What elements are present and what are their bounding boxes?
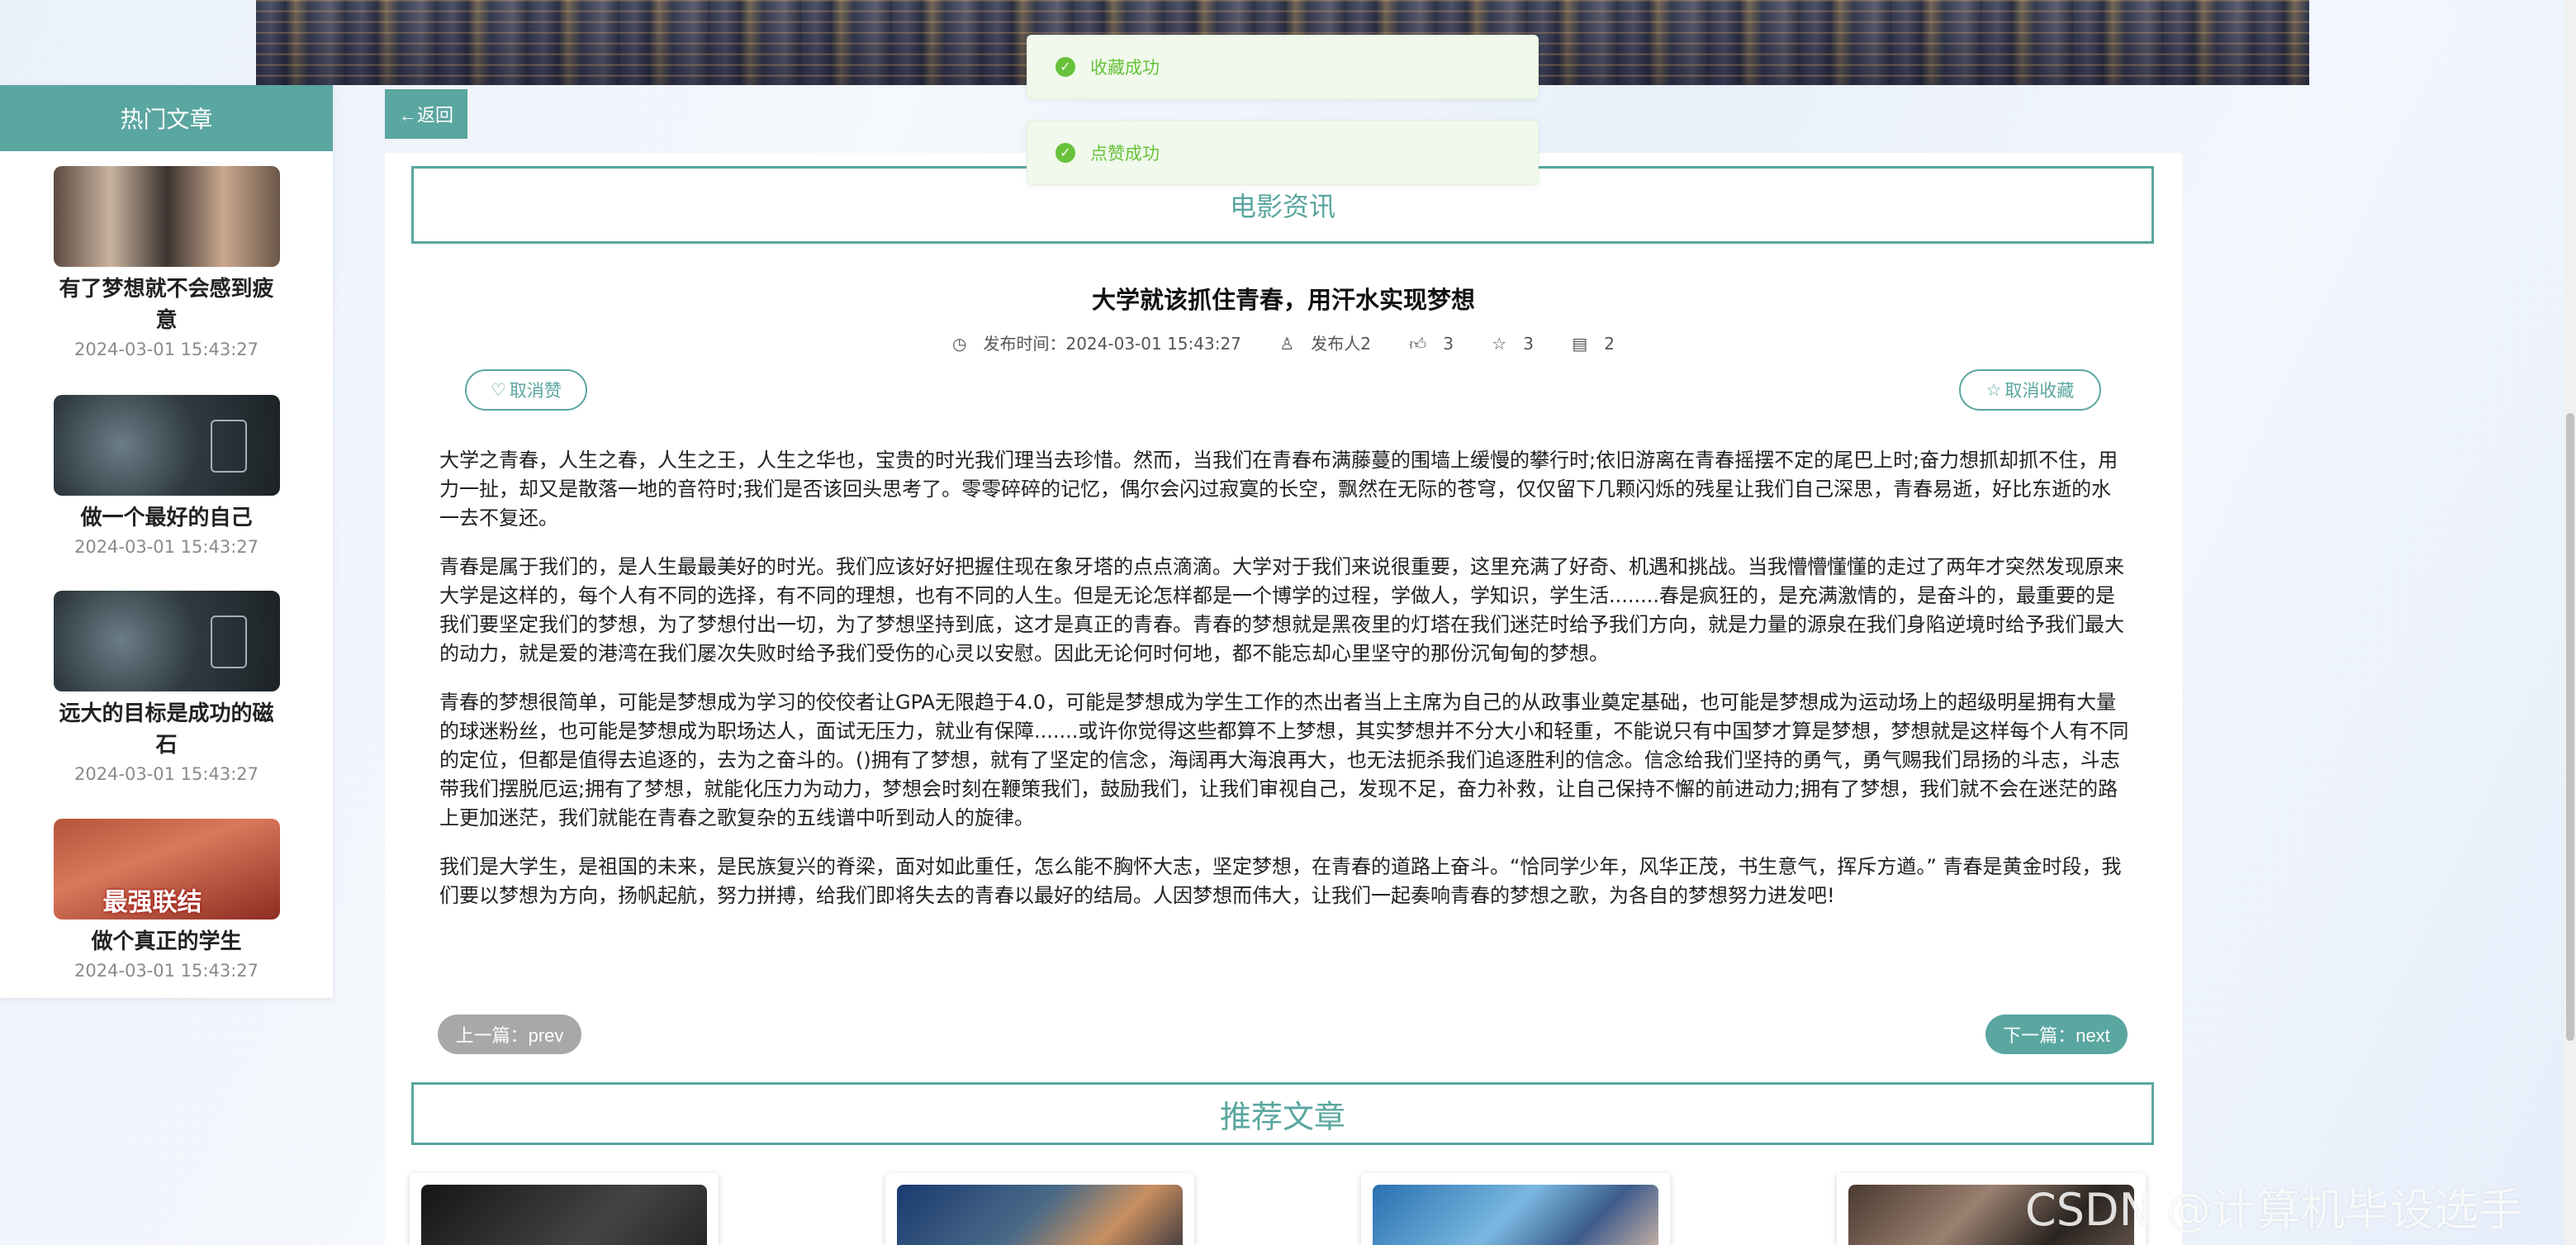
recommend-card[interactable] [885,1173,1194,1245]
hot-article-date: 2024-03-01 15:43:27 [74,764,259,784]
article-paragraph: 青春的梦想很简单，可能是梦想成为学习的佼佼者让GPA无限趋于4.0，可能是梦想成… [439,691,2129,829]
heart-icon: ♡ [491,380,506,400]
publish-time: ◷ 发布时间：2024-03-01 15:43:27 [952,334,1241,354]
like-success-toast: ✓ 点赞成功 [1027,121,1539,185]
hot-article-title[interactable]: 有了梦想就不会感到疲意 [0,273,333,336]
favorite-count: ☆ 3 [1492,334,1534,354]
thumbs-up-icon: 👍︎ [1409,334,1427,354]
hot-article-title[interactable]: 做个真正的学生 [0,926,333,958]
collect-success-toast: ✓ 收藏成功 [1027,35,1539,99]
hot-article-item[interactable]: 有了梦想就不会感到疲意 2024-03-01 15:43:27 [0,166,333,359]
recommend-title: 推荐文章 [411,1082,2154,1145]
check-circle-icon: ✓ [1056,143,1075,163]
hot-article-item[interactable]: 做个真正的学生 2024-03-01 15:43:27 [0,819,333,981]
hot-articles-header: 热门文章 [0,85,333,151]
article-meta: ◷ 发布时间：2024-03-01 15:43:27 ♙ 发布人2 👍︎ 3 ☆ 3 ▤… [385,330,2182,354]
hot-article-thumbnail[interactable] [53,819,280,919]
hot-article-thumbnail[interactable] [53,166,280,267]
check-circle-icon: ✓ [1056,57,1075,77]
recommend-thumbnail[interactable] [421,1185,707,1245]
page-scrollbar[interactable] [2564,0,2576,1245]
hot-article-title[interactable]: 远大的目标是成功的磁石 [0,698,333,761]
back-button[interactable]: ←返回 [385,89,467,139]
article-title: 大学就该抓住青春，用汗水实现梦想 [1091,286,1475,314]
unlike-button[interactable]: ♡ 取消赞 [465,369,587,411]
article-paragraph: 我们是大学生，是祖国的未来，是民族复兴的脊梁，面对如此重任，怎么能不胸怀大志，坚… [439,855,2122,907]
watermark: CSDN @计算机毕设选手 [2025,1184,2524,1236]
recommend-card[interactable] [1361,1173,1670,1245]
recommend-card[interactable] [410,1173,719,1245]
hot-article-thumbnail[interactable] [53,395,280,496]
hot-article-item[interactable]: 远大的目标是成功的磁石 2024-03-01 15:43:27 [0,591,333,784]
publisher: ♙ 发布人2 [1279,334,1371,354]
recommend-thumbnail[interactable] [897,1185,1183,1245]
article-card: 电影资讯 大学就该抓住青春，用汗水实现梦想 ◷ 发布时间：2024-03-01 1… [385,153,2182,1245]
article-content: 大学之青春，人生之春，人生之王，人生之华也，宝贵的时光我们理当去珍惜。然而，当我… [439,446,2131,930]
hot-article-item[interactable]: 做一个最好的自己 2024-03-01 15:43:27 [0,395,333,557]
hot-articles-sidebar: 热门文章 有了梦想就不会感到疲意 2024-03-01 15:43:27 做一个… [0,85,333,998]
user-icon: ♙ [1279,334,1295,354]
article-paragraph: 大学之青春，人生之春，人生之王，人生之华也，宝贵的时光我们理当去珍惜。然而，当我… [439,449,2118,530]
uncollect-button[interactable]: ☆ 取消收藏 [1959,369,2101,411]
star-icon: ☆ [1492,334,1507,354]
hot-article-date: 2024-03-01 15:43:27 [74,961,259,981]
like-count: 👍︎ 3 [1409,334,1454,354]
next-article-button[interactable]: 下一篇：next [1985,1015,2128,1054]
hot-article-thumbnail[interactable] [53,591,280,691]
comment-count: ▤ 2 [1572,334,1615,354]
scrollbar-thumb[interactable] [2566,413,2574,1041]
hot-article-date: 2024-03-01 15:43:27 [74,537,259,557]
prev-article-button[interactable]: 上一篇：prev [438,1015,581,1054]
clock-icon: ◷ [952,334,967,354]
comment-icon: ▤ [1572,334,1588,354]
star-icon: ☆ [1985,380,2002,400]
article-paragraph: 青春是属于我们的，是人生最最美好的时光。我们应该好好把握住现在象牙塔的点点滴滴。… [439,555,2124,665]
hot-article-title[interactable]: 做一个最好的自己 [0,502,333,534]
hot-article-date: 2024-03-01 15:43:27 [74,340,259,359]
recommend-thumbnail[interactable] [1373,1185,1658,1245]
